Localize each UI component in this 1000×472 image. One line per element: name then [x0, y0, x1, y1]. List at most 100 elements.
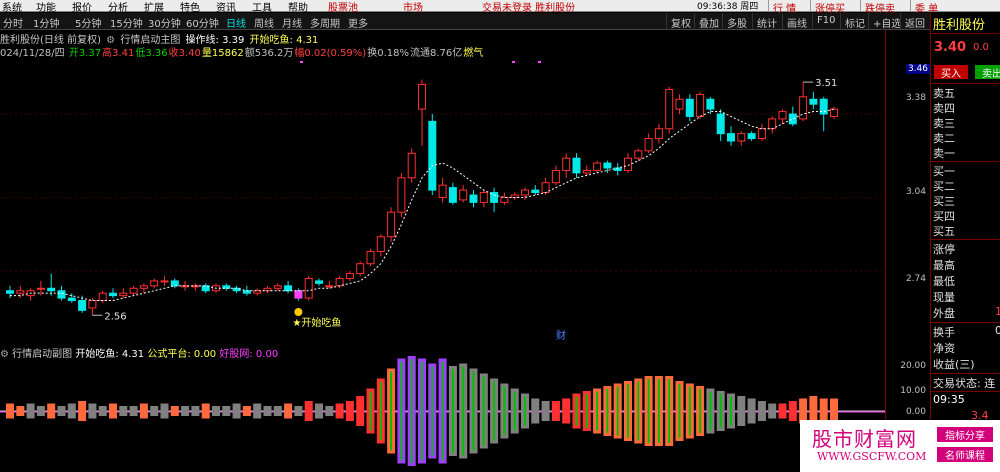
menu-help[interactable]: 帮助: [288, 0, 308, 14]
ind-y-tick-3: 0.00: [905, 407, 926, 417]
osc-bar-21: [222, 406, 231, 416]
candle-15: [160, 280, 169, 283]
statistics-button[interactable]: 统计: [752, 13, 781, 30]
overlay-button[interactable]: 叠加: [694, 13, 723, 30]
candle-77: [799, 96, 808, 120]
menu-extend[interactable]: 扩展: [144, 0, 164, 14]
menu-stock-pool[interactable]: 股票池: [328, 0, 358, 14]
osc-bar-25: [263, 406, 272, 416]
buy-button[interactable]: 买入: [934, 65, 968, 80]
osc-bar-26: [273, 406, 282, 416]
tab-period-monthly[interactable]: 月线: [282, 15, 302, 30]
menu-function[interactable]: 功能: [36, 0, 56, 14]
bid-2-label: 买二: [933, 180, 955, 193]
tab-period-1min[interactable]: 1分钟: [33, 15, 59, 30]
candle-1: [16, 290, 25, 294]
osc-bar-23: [242, 406, 251, 416]
osc-bar-24: [253, 403, 262, 419]
sell-button[interactable]: 卖出: [975, 65, 1000, 80]
tab-period-multi[interactable]: 多周期: [310, 15, 340, 30]
osc-inner-55: [575, 396, 578, 426]
quote-button[interactable]: 行 情: [768, 0, 800, 15]
menu-quote[interactable]: 报价: [72, 0, 92, 14]
candle-51: [531, 189, 540, 194]
candle-54: [562, 157, 571, 171]
menu-analysis[interactable]: 分析: [108, 0, 128, 14]
top-dot-0: [300, 61, 303, 63]
osc-inner-57: [596, 391, 599, 431]
draw-line-button[interactable]: 画线: [782, 13, 811, 30]
order-button[interactable]: 委 单: [910, 0, 942, 15]
candle-64: [665, 88, 674, 130]
osc-inner-50: [524, 396, 526, 426]
tab-period-60min[interactable]: 60分钟: [186, 15, 219, 30]
menu-news[interactable]: 资讯: [216, 0, 236, 14]
menu-tools[interactable]: 工具: [252, 0, 272, 14]
candle-72: [747, 133, 756, 140]
adjust-button[interactable]: 复权: [666, 13, 695, 30]
candle-57: [593, 162, 602, 171]
osc-bar-16: [170, 406, 179, 416]
candle-66: [685, 98, 694, 117]
osc-bar-51: [531, 398, 540, 424]
tab-period-daily[interactable]: 日线: [226, 15, 246, 30]
y-tick-1: 3.38: [905, 93, 926, 103]
low-annotation: 2.56: [104, 311, 126, 322]
osc-bar-74: [768, 403, 777, 419]
top-dot-2: [538, 61, 541, 63]
menu-feature[interactable]: 特色: [180, 0, 200, 14]
limit-down-sell-button[interactable]: 跌停卖: [860, 0, 899, 15]
osc-inner-44: [462, 366, 465, 456]
tab-period-30min[interactable]: 30分钟: [148, 15, 181, 30]
ask-4-label: 卖四: [933, 102, 955, 115]
candle-45: [469, 194, 478, 203]
candle-9: [98, 292, 107, 302]
osc-inner-70: [730, 396, 732, 426]
back-button[interactable]: 返回: [900, 13, 929, 30]
multi-stock-button[interactable]: 多股: [722, 13, 751, 30]
osc-inner-56: [585, 394, 588, 428]
candle-8: [88, 300, 97, 309]
price-axis: 3.46 3.38 3.04 2.74 20.00 10.00 0.00: [885, 30, 930, 472]
candle-50: [521, 189, 529, 196]
tab-period-timeshare[interactable]: 分时: [3, 15, 23, 30]
candle-5: [57, 290, 66, 299]
osc-inner-35: [369, 391, 372, 431]
candle-61: [634, 150, 643, 159]
ind-y-tick-2: 10.00: [900, 386, 926, 396]
osc-inner-59: [616, 386, 619, 436]
candle-12: [129, 287, 138, 294]
y-tick-3: 2.74: [905, 274, 926, 284]
divider: [931, 373, 1000, 374]
osc-inner-42: [441, 361, 444, 461]
candle-33: [345, 273, 354, 279]
clock: 09:36:38 周四: [697, 2, 759, 12]
tab-period-more[interactable]: 更多: [348, 15, 368, 30]
menu-system[interactable]: 系统: [2, 0, 22, 14]
osc-bar-29: [304, 401, 313, 421]
candle-3: [36, 287, 45, 290]
osc-inner-48: [503, 386, 506, 436]
osc-bar-52: [541, 401, 550, 421]
high-label: 最高: [933, 259, 955, 272]
tab-period-15min[interactable]: 15分钟: [110, 15, 143, 30]
candle-44: [459, 189, 468, 201]
mark-button[interactable]: 标记: [840, 13, 869, 30]
osc-bar-11: [119, 406, 128, 416]
osc-inner-63: [657, 379, 660, 443]
divider: [931, 391, 1000, 392]
indicator-chart[interactable]: [0, 355, 885, 472]
menu-market[interactable]: 市场: [403, 0, 423, 14]
tab-period-weekly[interactable]: 周线: [254, 15, 274, 30]
candlestick-chart[interactable]: 3.51 2.56 ★开始吃鱼财: [0, 30, 885, 345]
candle-0: [6, 290, 14, 294]
candle-10: [109, 292, 117, 297]
candle-58: [603, 162, 612, 169]
osc-bar-3: [36, 406, 45, 416]
tab-period-5min[interactable]: 5分钟: [75, 15, 101, 30]
osc-bar-15: [160, 403, 169, 419]
limit-up-buy-button[interactable]: 涨停买: [810, 0, 849, 15]
f10-button[interactable]: F10: [812, 13, 839, 29]
watermark-url: WWW.GSCFW.COM: [817, 450, 927, 463]
candle-67: [696, 93, 705, 117]
